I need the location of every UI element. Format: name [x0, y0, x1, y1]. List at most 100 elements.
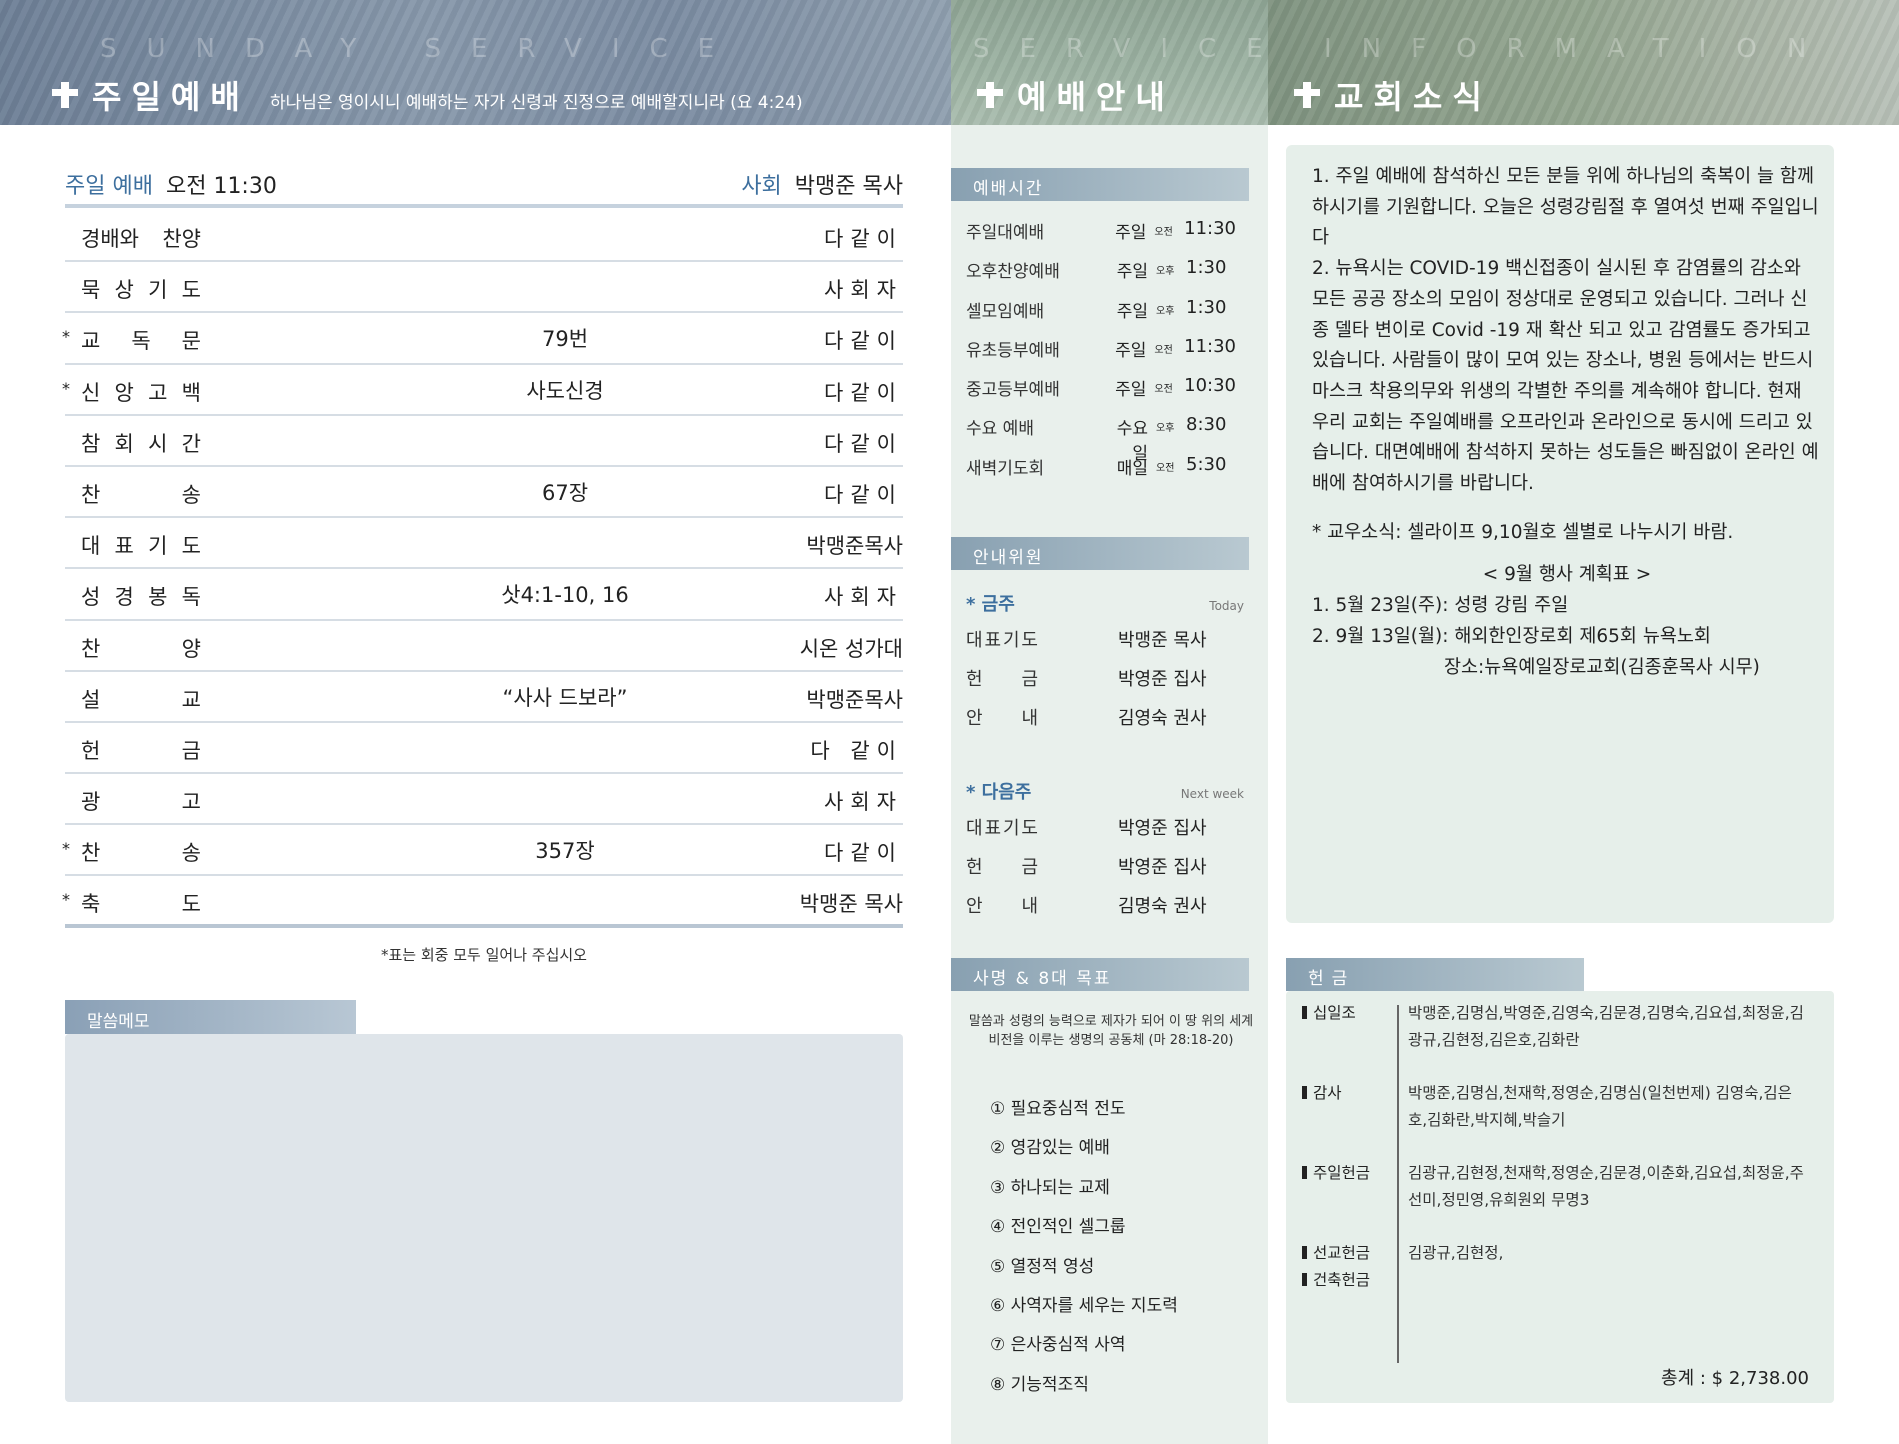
- order-item-detail: 삿4:1-10, 16: [501, 583, 629, 608]
- worship-times: 주일대예배 주일 오전 11:30 오후찬양예배 주일 오후 1:30 셀모임예배 주일 오후 1:3…: [966, 218, 1236, 493]
- presider-name: 박맹준 목사: [794, 174, 903, 199]
- order-item-leader: 다같이: [824, 841, 903, 866]
- usher-role-char: 기: [1002, 630, 1020, 651]
- usher-rows: 대 표 기 도 박맹준 목사 헌 금 박영준 집사 안 내 김영숙 권사: [966, 626, 1244, 743]
- order-item-char: 기: [148, 278, 168, 303]
- usher-rows: 대 표 기 도 박영준 집사 헌 금 박영준 집사 안 내 김명숙 권사: [966, 814, 1244, 931]
- order-item-char: 송: [181, 841, 201, 866]
- usher-role: 안내: [966, 704, 1038, 743]
- order-item-leader: 다 같이: [810, 738, 903, 763]
- order-row: 설 교 “사사 드보라” 박맹준목사: [65, 672, 903, 723]
- order-item-char: 고: [181, 790, 201, 815]
- usher-role-char: 헌: [966, 857, 983, 878]
- order-item-name: 찬양: [81, 633, 201, 663]
- order-item-detail: 357장: [535, 839, 595, 864]
- usher-role-char: 대: [966, 818, 983, 839]
- order-item-name: 경배와 찬양: [81, 223, 201, 253]
- order-row: 헌금 다 같이: [65, 723, 903, 775]
- usher-heading-sub: Next week: [1180, 787, 1244, 801]
- time-ampm: 오전: [1154, 344, 1173, 356]
- plan-item: 2. 9월 13일(월): 해외한인장로회 제65회 뉴욕노회: [1312, 625, 1711, 647]
- usher-role: 헌금: [966, 665, 1038, 704]
- order-item-char: 헌: [81, 738, 101, 763]
- order-item-char: 교: [81, 329, 101, 354]
- time-value: 1:30: [1186, 257, 1227, 279]
- usher-heading: * 다음주 Next week: [966, 778, 1244, 814]
- usher-role-char: 금: [1021, 857, 1038, 878]
- usher-role-char: 내: [1021, 896, 1038, 917]
- order-row: 대 표 기 도 박맹준목사: [65, 518, 903, 570]
- order-item-leader: 박맹준목사: [806, 534, 903, 559]
- order-item-name: 광고: [81, 786, 201, 816]
- usher-person: 박영준 집사: [1118, 857, 1207, 878]
- order-row: * 신 앙 고 백 사도신경 다같이: [62, 365, 903, 416]
- order-row: 묵 상 기 도 사회자: [65, 262, 903, 314]
- usher-row: 안 내 김영숙 권사: [966, 704, 1244, 743]
- goal-item: ⑧ 기능적조직: [990, 1374, 1089, 1395]
- stand-marker: *: [62, 327, 70, 347]
- order-item-char: 경: [114, 585, 134, 610]
- order-row: * 축 도 박맹준 목사: [62, 876, 903, 928]
- usher-role-char: 금: [1021, 669, 1038, 690]
- memo-box: [65, 1034, 903, 1402]
- order-item-char: 찬양: [162, 227, 201, 251]
- order-row: 성 경 봉 독 삿4:1-10, 16 사회자: [65, 569, 903, 621]
- plan-item: 1. 5월 23일(주): 성령 강림 주일: [1312, 595, 1569, 617]
- usher-role-char: 도: [1021, 818, 1038, 839]
- order-item-detail: 사도신경: [526, 378, 604, 403]
- time-ampm: 오전: [1156, 462, 1175, 474]
- memo-tab: 말씀메모: [65, 1000, 356, 1034]
- time-name: 유초등부예배: [966, 340, 1060, 361]
- mission-tab: 사명 & 8대 목표: [951, 958, 1249, 991]
- usher-person: 박맹준 목사: [1118, 630, 1207, 651]
- order-item-leader: 사회자: [824, 585, 903, 610]
- order-item-char: 기: [148, 534, 168, 559]
- order-item-char: 봉: [148, 585, 168, 610]
- order-row: 참 회 시 간 다같이: [65, 416, 903, 467]
- order-item-char: 신: [81, 380, 101, 405]
- goal-item: ③ 하나되는 교제: [990, 1177, 1110, 1198]
- section-title-sunday: 주일예배: [52, 72, 250, 118]
- usher-role-char: 헌: [966, 669, 983, 690]
- member-notice: * 교우소식: 셀라이프 9,10월호 셀별로 나누시기 바람.: [1312, 521, 1734, 543]
- divider: [1397, 1005, 1399, 1363]
- order-item-name: 신앙고백: [81, 377, 201, 407]
- order-item-name: 축도: [81, 888, 201, 918]
- order-item-name: 성경봉독: [81, 581, 201, 611]
- ghost-heading: INFORMATION: [1324, 34, 1837, 64]
- section-title-information: 교회소식: [1294, 72, 1492, 118]
- order-item-leader: 박맹준목사: [806, 687, 903, 712]
- section-title-text: 주일예배: [92, 78, 250, 116]
- cross-icon: [1294, 82, 1320, 108]
- plan-title: < 9월 행사 계획표 >: [1482, 564, 1652, 586]
- order-item-char: 도: [181, 892, 201, 917]
- time-row: 유초등부예배 주일 오전 11:30: [966, 336, 1236, 375]
- order-item-name: 헌금: [81, 735, 201, 765]
- time-day: 수요일: [1116, 419, 1148, 465]
- service-time: 오전 11:30: [165, 174, 277, 199]
- presider-line: 사회 박맹준 목사: [741, 168, 903, 200]
- usher-role: 헌금: [966, 853, 1038, 892]
- order-item-leader: 다같이: [824, 482, 903, 507]
- times-tab: 예배시간: [951, 168, 1249, 201]
- header-band-sunday: SUNDAY SERVICE 주일예배 하나님은 영이시니 예배하는 자가 신령…: [0, 0, 951, 125]
- order-item-detail: 79번: [541, 327, 589, 352]
- time-name: 수요 예배: [966, 419, 1034, 440]
- time-ampm: 오전: [1154, 384, 1173, 396]
- order-item-char: 표: [114, 534, 134, 559]
- time-ampm: 오후: [1156, 266, 1175, 278]
- goal-item: ⑥ 사역자를 세우는 지도력: [990, 1295, 1178, 1316]
- order-item-name: 대표기도: [81, 530, 201, 560]
- order-item-char: 시: [148, 431, 168, 456]
- order-row: 찬 양 시온 성가대: [65, 621, 903, 672]
- usher-row: 헌 금 박영준 집사: [966, 665, 1244, 704]
- order-item-char: 광: [81, 790, 101, 815]
- service-time-line: 주일 예배 오전 11:30: [65, 168, 277, 200]
- time-value: 5:30: [1186, 453, 1227, 475]
- usher-person: 김명숙 권사: [1118, 896, 1207, 917]
- order-item-char: 경배와: [81, 227, 139, 251]
- time-row: 새벽기도회 매일 오전 5:30: [966, 454, 1236, 493]
- time-name: 셀모임예배: [966, 301, 1045, 322]
- order-item-char: 참: [81, 431, 101, 456]
- ghost-heading: SUNDAY SERVICE: [100, 34, 745, 64]
